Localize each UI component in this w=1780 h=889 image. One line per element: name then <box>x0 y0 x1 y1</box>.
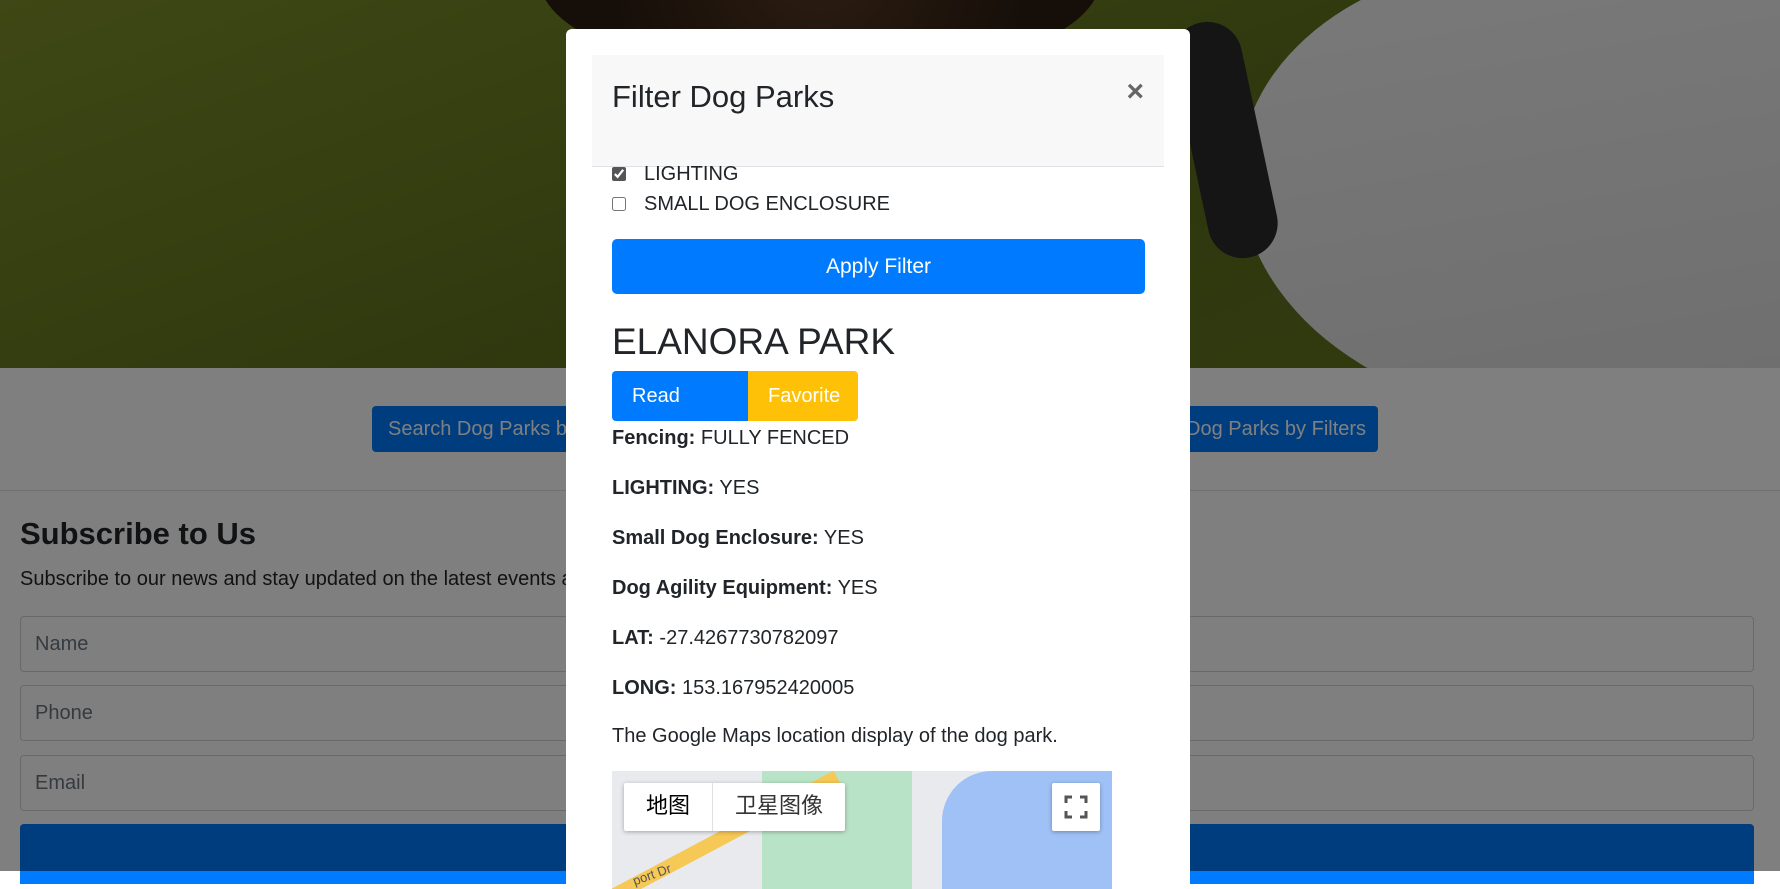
filter-modal: Filter Dog Parks × LIGHTING SMALL DOG EN… <box>566 29 1190 889</box>
detail-value: YES <box>823 527 864 549</box>
park-name: ELANORA PARK <box>612 321 896 362</box>
map-type-control: 地图 卫星图像 <box>624 783 846 831</box>
detail-agility-equipment: Dog Agility Equipment: YES <box>612 577 878 600</box>
read-more-button[interactable]: Read More <box>612 371 748 457</box>
small-dog-enclosure-checkbox[interactable] <box>612 197 626 211</box>
map-type-map-button[interactable]: 地图 <box>624 783 714 831</box>
detail-value: YES <box>837 577 878 599</box>
modal-title: Filter Dog Parks <box>612 79 835 114</box>
detail-value: YES <box>719 477 760 499</box>
detail-value: FULLY FENCED <box>700 427 850 449</box>
google-map[interactable]: port Dr 地图 卫星图像 <box>612 771 1112 889</box>
detail-lat: LAT: -27.4267730782097 <box>612 627 838 650</box>
detail-lighting: LIGHTING: YES <box>612 477 759 500</box>
filter-small-dog-enclosure-label: SMALL DOG ENCLOSURE <box>644 192 890 215</box>
detail-label: Fencing: <box>612 427 696 449</box>
detail-label: Small Dog Enclosure: <box>612 527 819 549</box>
detail-small-dog-enclosure: Small Dog Enclosure: YES <box>612 527 864 550</box>
filter-small-dog-enclosure[interactable]: SMALL DOG ENCLOSURE <box>612 191 890 217</box>
filter-lighting-label: LIGHTING <box>644 162 739 185</box>
detail-value: -27.4267730782097 <box>659 627 839 649</box>
fullscreen-icon-graphic <box>1064 795 1088 819</box>
apply-filter-button[interactable]: Apply Filter <box>612 239 1145 294</box>
detail-label: Dog Agility Equipment: <box>612 577 833 599</box>
detail-label: LIGHTING: <box>612 477 715 499</box>
favorite-button[interactable]: Favorite <box>748 371 858 421</box>
detail-label: LAT: <box>612 627 654 649</box>
close-icon[interactable]: × <box>1126 77 1144 107</box>
map-caption: The Google Maps location display of the … <box>612 725 1058 747</box>
detail-fencing: Fencing: FULLY FENCED <box>612 427 849 450</box>
filter-lighting[interactable]: LIGHTING <box>612 161 738 187</box>
detail-long: LONG: 153.167952420005 <box>612 677 854 700</box>
modal-header: Filter Dog Parks × <box>592 55 1164 167</box>
detail-label: LONG: <box>612 677 677 699</box>
map-type-satellite-button[interactable]: 卫星图像 <box>713 783 845 831</box>
map-road-label: port Dr <box>630 860 674 889</box>
lighting-checkbox[interactable] <box>612 167 626 181</box>
fullscreen-icon[interactable] <box>1052 783 1100 831</box>
detail-value: 153.167952420005 <box>682 677 855 699</box>
